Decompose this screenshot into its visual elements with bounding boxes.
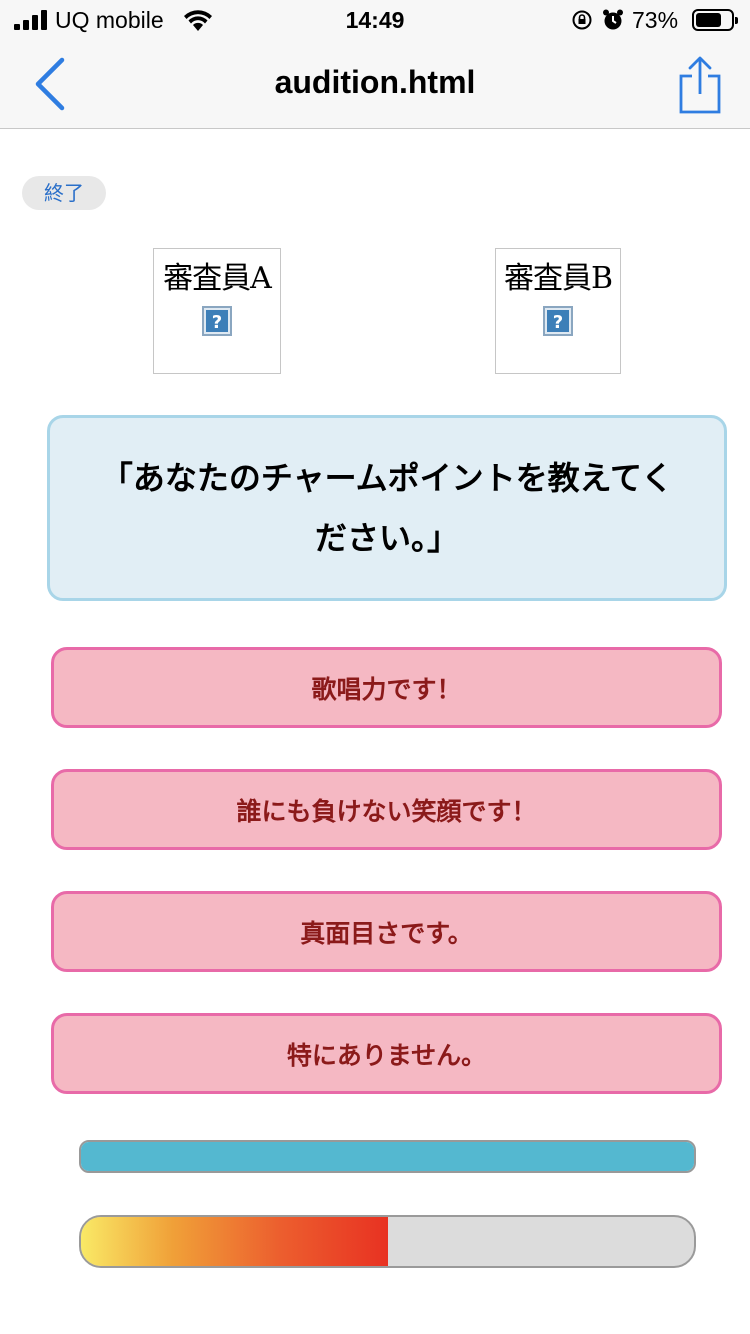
svg-text:?: ? <box>553 312 563 333</box>
svg-text:?: ? <box>212 312 222 333</box>
share-button[interactable] <box>673 54 725 114</box>
nav-bar: audition.html <box>0 40 750 129</box>
end-button[interactable]: 終了 <box>22 176 106 210</box>
judge-b-card: 審査員B ? <box>495 248 621 374</box>
question-text: 「あなたのチャームポイントを教えてください。」 <box>100 459 674 557</box>
battery-percent: 73% <box>632 7 679 33</box>
alarm-icon <box>603 9 623 30</box>
question-box: 「あなたのチャームポイントを教えてください。」 <box>47 415 727 601</box>
score-bar-fill <box>81 1217 388 1266</box>
answer-button-4[interactable]: 特にありません。 <box>51 1013 722 1094</box>
answer-button-3[interactable]: 真面目さです。 <box>51 891 722 972</box>
answer-button-2[interactable]: 誰にも負けない笑顔です！ <box>51 769 722 850</box>
broken-image-icon: ? <box>543 306 573 336</box>
score-bar <box>79 1215 696 1268</box>
judge-a-name: 審査員A <box>163 261 272 296</box>
broken-image-icon: ? <box>202 306 232 336</box>
page-title: audition.html <box>274 64 476 100</box>
answer-button-1[interactable]: 歌唱力です！ <box>51 647 722 728</box>
judge-b-name: 審査員B <box>503 261 613 296</box>
status-bar: UQ mobile 14:49 73% <box>0 0 750 40</box>
share-icon <box>679 56 721 114</box>
judge-a-card: 審査員A ? <box>153 248 281 374</box>
rotation-lock-icon <box>572 10 592 30</box>
time-bar-fill <box>81 1142 694 1171</box>
battery-icon <box>692 9 738 31</box>
time-bar <box>79 1140 696 1173</box>
